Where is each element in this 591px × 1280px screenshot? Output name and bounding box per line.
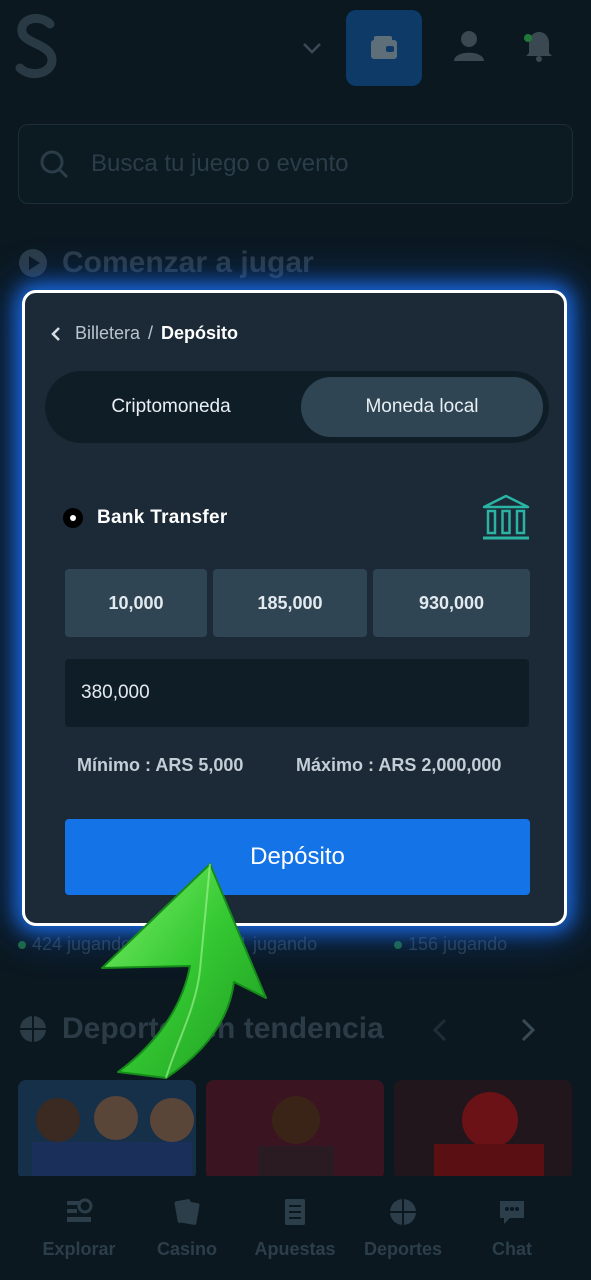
breadcrumb-parent[interactable]: Billetera (75, 323, 140, 344)
tab-crypto[interactable]: Criptomoneda (51, 377, 291, 437)
explore-icon (67, 1198, 93, 1222)
nav-item-casino[interactable]: Casino (137, 1196, 237, 1260)
bank-icon (482, 494, 530, 540)
preset-amount-button[interactable]: 930,000 (373, 569, 530, 637)
betslip-icon (285, 1199, 305, 1225)
amount-input[interactable]: 380,000 (65, 659, 529, 727)
chevron-down-icon[interactable] (300, 36, 324, 60)
basketball-icon (20, 1016, 46, 1042)
nav-item-chat[interactable]: Chat (462, 1196, 562, 1260)
cards-icon (174, 1199, 200, 1225)
search-placeholder: Busca tu juego o evento (91, 150, 349, 177)
bottom-nav: Explorar Casino Apuestas Deportes Chat (0, 1176, 591, 1280)
nav-item-deportes[interactable]: Deportes (353, 1196, 453, 1260)
currency-toggle: Criptomoneda Moneda local (45, 371, 549, 443)
deposit-modal: Billetera / Depósito Criptomoneda Moneda… (22, 290, 567, 926)
helmet-image (434, 1092, 544, 1180)
play-icon (19, 249, 47, 277)
payment-method-option[interactable]: Bank Transfer (63, 507, 228, 529)
top-bar (0, 0, 591, 100)
radio-selected[interactable] (63, 508, 83, 528)
tab-local-currency[interactable]: Moneda local (301, 377, 543, 437)
breadcrumb-current: Depósito (161, 323, 239, 343)
players-image (32, 1096, 194, 1180)
wallet-button[interactable] (346, 10, 422, 86)
sport-card[interactable] (206, 1080, 384, 1180)
minimum-limit: Mínimo : ARS 5,000 (77, 755, 244, 775)
bell-icon[interactable] (522, 28, 556, 62)
chevron-left-icon[interactable] (49, 325, 63, 343)
breadcrumb: Billetera / Depósito (49, 323, 238, 344)
preset-amount-button[interactable]: 185,000 (213, 569, 367, 637)
brand-logo (15, 14, 57, 79)
chevron-right-icon[interactable] (518, 1016, 538, 1044)
basketball-icon (390, 1199, 416, 1225)
sport-card[interactable] (18, 1080, 196, 1180)
player-image (258, 1096, 334, 1180)
payment-method-label: Bank Transfer (97, 507, 228, 528)
wallet-icon (371, 36, 397, 59)
playing-count: 156 jugando (394, 934, 507, 955)
pointer-arrow-icon (101, 863, 267, 1079)
chat-icon (500, 1201, 524, 1224)
section-title-start: Comenzar a jugar (62, 246, 314, 279)
search-icon (40, 150, 69, 179)
breadcrumb-separator: / (148, 323, 154, 343)
search-input[interactable]: Busca tu juego o evento (18, 124, 573, 204)
user-icon[interactable] (452, 28, 486, 62)
sport-card[interactable] (394, 1080, 572, 1180)
preset-amount-button[interactable]: 10,000 (65, 569, 207, 637)
nav-item-explorar[interactable]: Explorar (29, 1196, 129, 1260)
nav-item-apuestas[interactable]: Apuestas (245, 1196, 345, 1260)
chevron-left-icon[interactable] (430, 1016, 450, 1044)
maximum-limit: Máximo : ARS 2,000,000 (296, 755, 502, 775)
